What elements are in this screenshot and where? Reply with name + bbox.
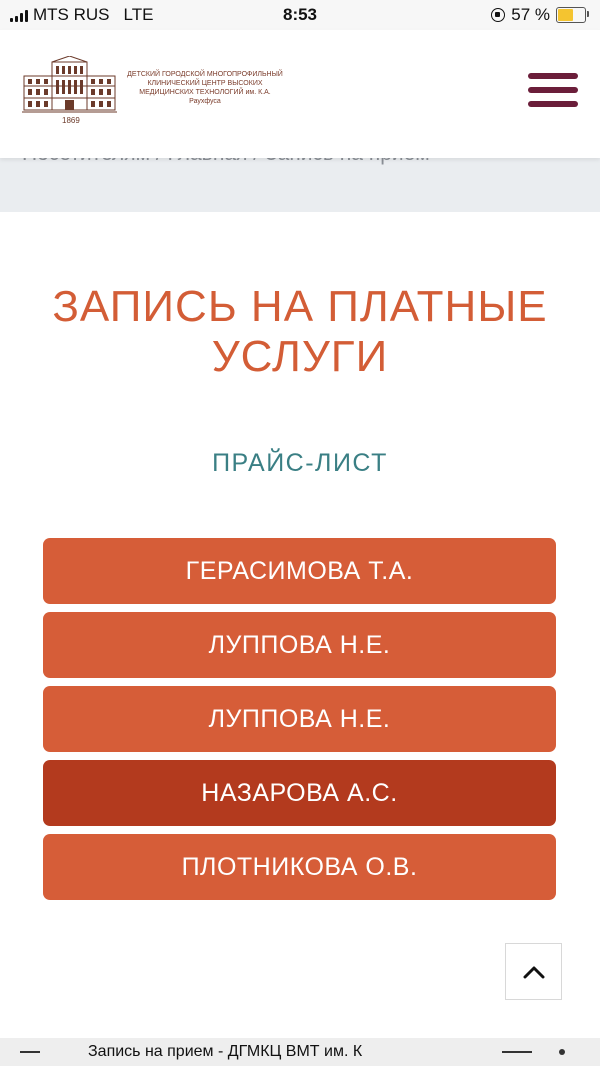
battery-icon xyxy=(556,7,589,23)
doctor-button[interactable]: ПЛОТНИКОВА О.В. xyxy=(43,834,556,900)
browser-bar: Запись на прием - ДГМКЦ ВМТ им. К xyxy=(0,1038,600,1066)
logo-year: 1869 xyxy=(62,116,80,125)
page-title: ЗАПИСЬ НА ПЛАТНЫЕ УСЛУГИ xyxy=(52,282,548,381)
chevron-up-icon xyxy=(523,966,544,978)
logo-building-icon: 1869 xyxy=(22,55,117,125)
minus-icon[interactable] xyxy=(20,1051,40,1053)
battery-percent: 57 % xyxy=(511,5,550,24)
orientation-lock-icon xyxy=(491,8,506,22)
doctor-button[interactable]: НАЗАРОВА А.С. xyxy=(43,760,556,826)
logo-text: ДЕТСКИЙ ГОРОДСКОЙ МНОГОПРОФИЛЬНЫЙ КЛИНИЧ… xyxy=(127,71,283,105)
menu-button[interactable] xyxy=(528,73,578,117)
doctor-button[interactable]: ЛУППОВА Н.Е. xyxy=(43,686,556,752)
site-header: 1869 ДЕТСКИЙ ГОРОДСКОЙ МНОГОПРОФИЛЬНЫЙ К… xyxy=(0,30,600,158)
scroll-to-top-button[interactable] xyxy=(505,943,562,1000)
dot-icon[interactable] xyxy=(559,1049,565,1055)
status-bar: MTS RUS LTE 8:53 57 % xyxy=(0,0,600,30)
doctor-button[interactable]: ЛУППОВА Н.Е. xyxy=(43,612,556,678)
price-list-link[interactable]: ПРАЙС-ЛИСТ xyxy=(0,449,600,478)
breadcrumb-band: Посетителям / Главная / Запись на прием xyxy=(0,150,600,212)
hamburger-icon xyxy=(528,73,578,107)
battery-fill xyxy=(558,9,573,21)
doctor-button[interactable]: ГЕРАСИМОВА Т.А. xyxy=(43,538,556,604)
page-tab-title[interactable]: Запись на прием - ДГМКЦ ВМТ им. К xyxy=(88,1043,408,1061)
site-logo[interactable]: 1869 ДЕТСКИЙ ГОРОДСКОЙ МНОГОПРОФИЛЬНЫЙ К… xyxy=(22,55,285,125)
doctor-list: ГЕРАСИМОВА Т.А. ЛУППОВА Н.Е. ЛУППОВА Н.Е… xyxy=(43,538,556,908)
status-right: 57 % xyxy=(491,5,589,25)
dash-icon[interactable] xyxy=(502,1051,532,1053)
